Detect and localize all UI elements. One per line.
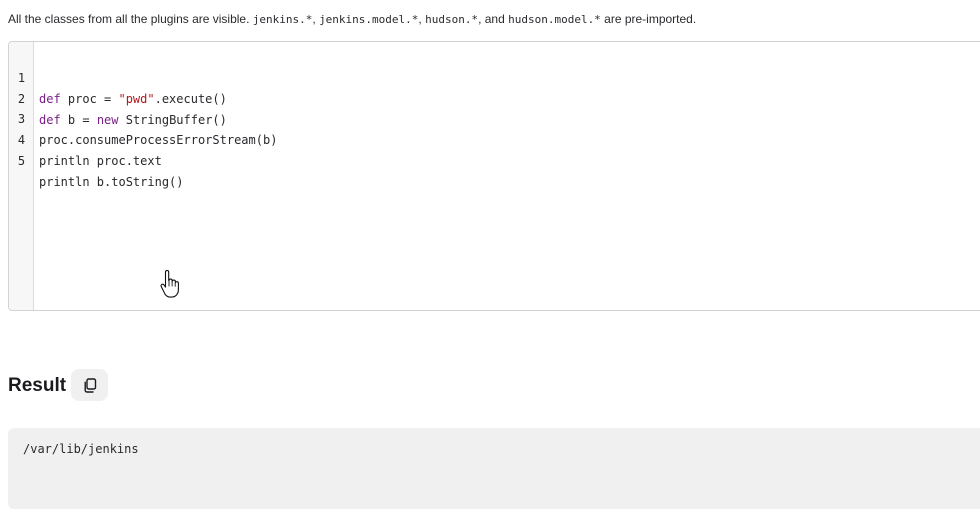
script-editor[interactable]: 1 def proc = "pwd".execute() 2 def b = n… bbox=[8, 41, 980, 311]
script-console-description: All the classes from all the plugins are… bbox=[8, 12, 697, 26]
code-line[interactable]: 4 println proc.text bbox=[9, 109, 980, 168]
result-output-text: /var/lib/jenkins bbox=[23, 442, 139, 456]
code-line[interactable]: 5 println b.toString() bbox=[9, 130, 980, 189]
code-line[interactable]: 3 proc.consumeProcessErrorStream(b) bbox=[9, 88, 980, 147]
copy-icon bbox=[84, 377, 96, 393]
package-hudson: hudson.* bbox=[425, 13, 479, 26]
hand-pointer-cursor-icon bbox=[160, 270, 179, 298]
package-jenkins-model: jenkins.model.* bbox=[319, 13, 419, 26]
copy-result-button[interactable] bbox=[71, 369, 108, 401]
line-number: 5 bbox=[17, 154, 26, 168]
code-line[interactable]: 2 def b = new StringBuffer() bbox=[9, 68, 980, 127]
result-output-panel: /var/lib/jenkins bbox=[8, 428, 980, 509]
code-line[interactable]: 1 def proc = "pwd".execute() bbox=[9, 47, 980, 106]
package-jenkins: jenkins.* bbox=[252, 13, 313, 26]
package-hudson-model: hudson.model.* bbox=[508, 13, 601, 26]
result-heading: Result bbox=[8, 375, 67, 396]
